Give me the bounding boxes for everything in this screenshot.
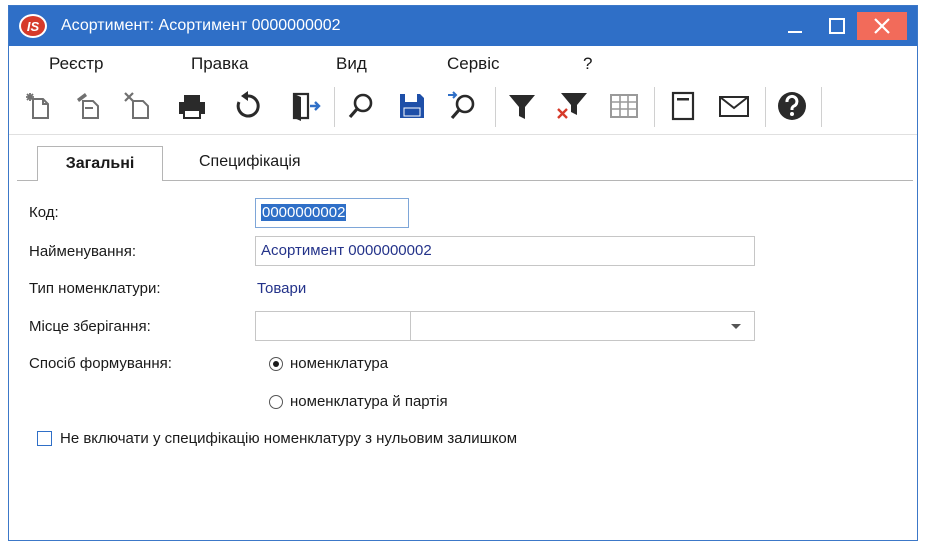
form-icon (671, 91, 695, 121)
name-input[interactable]: Асортимент 0000000002 (255, 236, 755, 266)
tab-general[interactable]: Загальні (37, 146, 163, 181)
minimize-icon (788, 31, 802, 33)
code-label: Код: (29, 204, 59, 221)
maximize-icon (829, 18, 845, 34)
method-nomenclature-label[interactable]: номенклатура (290, 355, 388, 372)
main-window: IS Асортимент: Асортимент 0000000002 Реє… (8, 5, 918, 541)
filter-icon (509, 95, 535, 119)
type-value: Товари (257, 280, 307, 297)
help-button[interactable] (775, 89, 809, 123)
code-input[interactable]: 0000000002 (255, 198, 409, 228)
type-label: Тип номенклатури: (29, 280, 161, 297)
delete-icon (124, 92, 149, 119)
copy-button[interactable] (71, 89, 105, 123)
clear-filter-button[interactable] (555, 89, 589, 123)
title-bar: IS Асортимент: Асортимент 0000000002 (9, 6, 917, 46)
window-title: Асортимент: Асортимент 0000000002 (61, 17, 341, 34)
storage-label: Місце зберігання: (29, 318, 151, 335)
form-button[interactable] (666, 89, 700, 123)
search-button[interactable] (344, 89, 378, 123)
table-icon (610, 94, 638, 118)
menu-edit[interactable]: Правка (191, 54, 248, 74)
mail-icon (719, 96, 749, 117)
create-icon (26, 93, 49, 119)
app-logo-text: IS (27, 19, 40, 34)
search-icon (348, 93, 373, 119)
app-logo-icon: IS (17, 11, 49, 41)
create-button[interactable] (21, 89, 55, 123)
menu-bar: Реєстр Правка Вид Сервіс ? (9, 46, 917, 78)
minimize-button[interactable] (774, 6, 814, 46)
save-button[interactable] (395, 89, 429, 123)
toolbar-separator (495, 87, 496, 127)
name-label: Найменування: (29, 243, 136, 260)
save-icon (400, 94, 424, 118)
exit-icon (292, 92, 321, 121)
close-button[interactable] (857, 12, 907, 40)
storage-select[interactable] (410, 311, 755, 341)
code-value: 0000000002 (261, 204, 347, 221)
chevron-down-icon[interactable] (731, 324, 741, 329)
exclude-zero-label[interactable]: Не включати у специфікацію номенклатуру … (60, 430, 517, 447)
method-label: Спосіб формування: (29, 355, 172, 372)
method-nomenclature-radio[interactable] (269, 357, 283, 371)
menu-view[interactable]: Вид (336, 54, 367, 74)
tab-specification[interactable]: Специфікація (199, 153, 301, 171)
filter-button[interactable] (505, 89, 539, 123)
menu-help[interactable]: ? (583, 54, 592, 74)
delete-button[interactable] (121, 89, 155, 123)
method-nomenclature-batch-radio[interactable] (269, 395, 283, 409)
refresh-button[interactable] (231, 89, 265, 123)
maximize-button[interactable] (816, 6, 856, 46)
clear-filter-icon (557, 93, 587, 119)
toolbar-separator (765, 87, 766, 127)
tab-panel: Загальні Специфікація Код: 0000000002 На… (17, 134, 913, 536)
print-icon (179, 95, 205, 119)
menu-registry[interactable]: Реєстр (49, 54, 103, 74)
toolbar-separator (821, 87, 822, 127)
help-icon (778, 92, 806, 120)
close-icon (874, 18, 890, 34)
mail-button[interactable] (717, 89, 751, 123)
exclude-zero-checkbox[interactable] (37, 431, 52, 446)
toolbar (9, 78, 917, 135)
toolbar-separator (654, 87, 655, 127)
copy-icon (77, 93, 99, 119)
table-button[interactable] (607, 89, 641, 123)
refresh-icon (236, 91, 260, 118)
toolbar-separator (334, 87, 335, 127)
menu-service[interactable]: Сервіс (447, 54, 500, 74)
exit-button[interactable] (289, 89, 323, 123)
print-button[interactable] (175, 89, 209, 123)
storage-code-input[interactable] (255, 311, 411, 341)
search-next-icon (448, 91, 475, 120)
method-nomenclature-batch-label[interactable]: номенклатура й партія (290, 393, 448, 410)
search-next-button[interactable] (445, 89, 479, 123)
